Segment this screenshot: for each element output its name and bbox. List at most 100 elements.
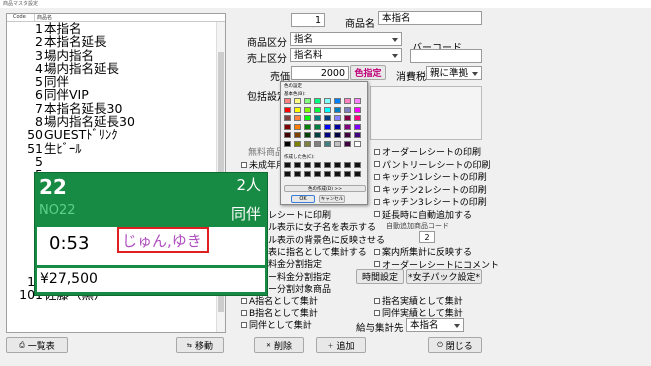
- option-checkbox[interactable]: ー料金分割指定: [268, 270, 331, 283]
- checkbox-box[interactable]: [241, 321, 247, 328]
- list-item[interactable]: 51 生ﾋﾞｰﾙ: [7, 141, 225, 155]
- custom-color-swatch[interactable]: [344, 171, 351, 177]
- list-item[interactable]: 3 場内指名: [7, 48, 225, 62]
- custom-color-swatch[interactable]: [334, 171, 341, 177]
- color-swatch[interactable]: [284, 140, 291, 147]
- color-swatch[interactable]: [334, 98, 341, 104]
- color-swatch[interactable]: [294, 123, 301, 130]
- option-checkbox[interactable]: 表に指名として集計する: [268, 245, 367, 258]
- checkbox-box[interactable]: [241, 297, 247, 304]
- auto-add-input[interactable]: 2: [419, 231, 435, 243]
- color-swatch[interactable]: [344, 132, 351, 138]
- color-swatch[interactable]: [314, 123, 321, 130]
- time-setting-button[interactable]: 時間設定: [356, 269, 404, 284]
- custom-color-swatch[interactable]: [354, 162, 361, 168]
- color-swatch[interactable]: [294, 140, 301, 147]
- color-swatch[interactable]: [344, 123, 351, 130]
- color-swatch[interactable]: [314, 98, 321, 104]
- list-item[interactable]: 4 場内指名延長: [7, 62, 225, 76]
- color-swatch[interactable]: [324, 98, 331, 104]
- category-select[interactable]: 指名: [290, 32, 402, 46]
- option-checkbox[interactable]: ル表示の背景色に反映させる: [268, 233, 385, 246]
- color-swatch[interactable]: [294, 132, 301, 138]
- list-item[interactable]: 8 場内指名延長30: [7, 115, 225, 129]
- custom-color-swatch[interactable]: [304, 162, 311, 168]
- color-swatch[interactable]: [304, 98, 311, 104]
- package-list[interactable]: [370, 86, 482, 140]
- color-swatch[interactable]: [304, 140, 311, 147]
- custom-color-swatch[interactable]: [324, 171, 331, 177]
- checkbox-box[interactable]: [241, 309, 247, 316]
- checkbox-box[interactable]: [374, 309, 380, 316]
- color-button[interactable]: 色指定: [350, 65, 386, 80]
- custom-color-swatch[interactable]: [304, 171, 311, 177]
- girl-pack-button[interactable]: *女子パック設定*: [406, 269, 482, 284]
- checkbox-box[interactable]: [374, 173, 380, 180]
- color-swatch[interactable]: [324, 123, 331, 130]
- custom-color-swatch[interactable]: [354, 171, 361, 177]
- color-swatch[interactable]: [354, 132, 361, 138]
- color-swatch[interactable]: [314, 115, 321, 121]
- color-swatch[interactable]: [314, 140, 321, 147]
- salary-select[interactable]: 本指名: [406, 318, 464, 332]
- option-checkbox[interactable]: ル表示に女子名を表示する: [268, 220, 376, 233]
- color-swatch[interactable]: [334, 140, 341, 147]
- option-checkbox[interactable]: パントリーレシートの印刷: [374, 158, 490, 171]
- option-checkbox[interactable]: 案内所集計に反映する: [374, 245, 472, 258]
- add-button[interactable]: ＋追加: [316, 337, 366, 353]
- color-swatch[interactable]: [344, 115, 351, 121]
- color-swatch[interactable]: [324, 132, 331, 138]
- checkbox-box[interactable]: [374, 297, 380, 304]
- color-swatch[interactable]: [304, 115, 311, 121]
- color-swatch[interactable]: [354, 98, 361, 104]
- list-item[interactable]: 2 本指名延長: [7, 35, 225, 49]
- checkbox-box[interactable]: [374, 261, 380, 267]
- custom-color-swatch[interactable]: [344, 162, 351, 168]
- option-checkbox[interactable]: キッチン3レシートの印刷: [374, 195, 487, 208]
- color-swatch[interactable]: [334, 115, 341, 121]
- price-input[interactable]: 2000: [291, 66, 349, 80]
- code-input[interactable]: 1: [291, 13, 325, 27]
- checkbox-box[interactable]: [374, 248, 380, 255]
- color-swatch[interactable]: [294, 115, 301, 121]
- list-item[interactable]: 1 本指名: [7, 22, 225, 36]
- color-swatch[interactable]: [284, 115, 291, 121]
- close-button[interactable]: ⏻ 閉じる: [428, 337, 482, 353]
- cancel-button[interactable]: キャンセル: [319, 195, 345, 203]
- checkbox-box[interactable]: [374, 198, 380, 205]
- list-button[interactable]: ⎙ 一覧表: [6, 337, 68, 353]
- color-swatch[interactable]: [324, 115, 331, 121]
- option-checkbox[interactable]: オーダーレシートの印刷: [374, 145, 481, 158]
- list-item[interactable]: 50 GUESTﾄﾞﾘﾝｸ: [7, 128, 225, 142]
- option-checkbox[interactable]: キッチン2レシートの印刷: [374, 183, 487, 196]
- define-color-button[interactable]: 色の作成(D) >>: [284, 185, 366, 192]
- sales-category-select[interactable]: 指名料: [290, 48, 402, 62]
- color-swatch[interactable]: [344, 106, 351, 113]
- color-swatch[interactable]: [354, 106, 361, 113]
- color-swatch[interactable]: [284, 106, 291, 113]
- custom-color-swatch[interactable]: [284, 162, 291, 168]
- list-item[interactable]: 7 本指名延長30: [7, 101, 225, 115]
- color-swatch[interactable]: [324, 140, 331, 147]
- barcode-input[interactable]: [410, 49, 482, 63]
- custom-color-swatch[interactable]: [294, 171, 301, 177]
- checkbox-box[interactable]: [374, 211, 380, 217]
- color-swatch[interactable]: [334, 106, 341, 113]
- column-header-name[interactable]: 商品名: [35, 14, 52, 21]
- color-swatch[interactable]: [294, 106, 301, 113]
- checkbox-box[interactable]: [374, 186, 380, 192]
- option-checkbox[interactable]: キッチン1レシートの印刷: [374, 170, 487, 183]
- list-item[interactable]: 6 同伴VIP: [7, 88, 225, 102]
- name-input[interactable]: 本指名: [378, 11, 482, 25]
- color-swatch[interactable]: [334, 132, 341, 138]
- color-swatch[interactable]: [314, 106, 321, 113]
- color-swatch[interactable]: [334, 123, 341, 130]
- custom-color-swatch[interactable]: [294, 162, 301, 168]
- color-swatch[interactable]: [344, 140, 351, 147]
- tax-select[interactable]: 親に準拠: [426, 66, 482, 80]
- checkbox-box[interactable]: [374, 148, 380, 155]
- list-item[interactable]: 5: [7, 155, 225, 169]
- ok-button[interactable]: OK: [291, 195, 315, 203]
- custom-color-swatch[interactable]: [334, 162, 341, 168]
- minor-checkbox[interactable]: 未成年用: [241, 158, 285, 171]
